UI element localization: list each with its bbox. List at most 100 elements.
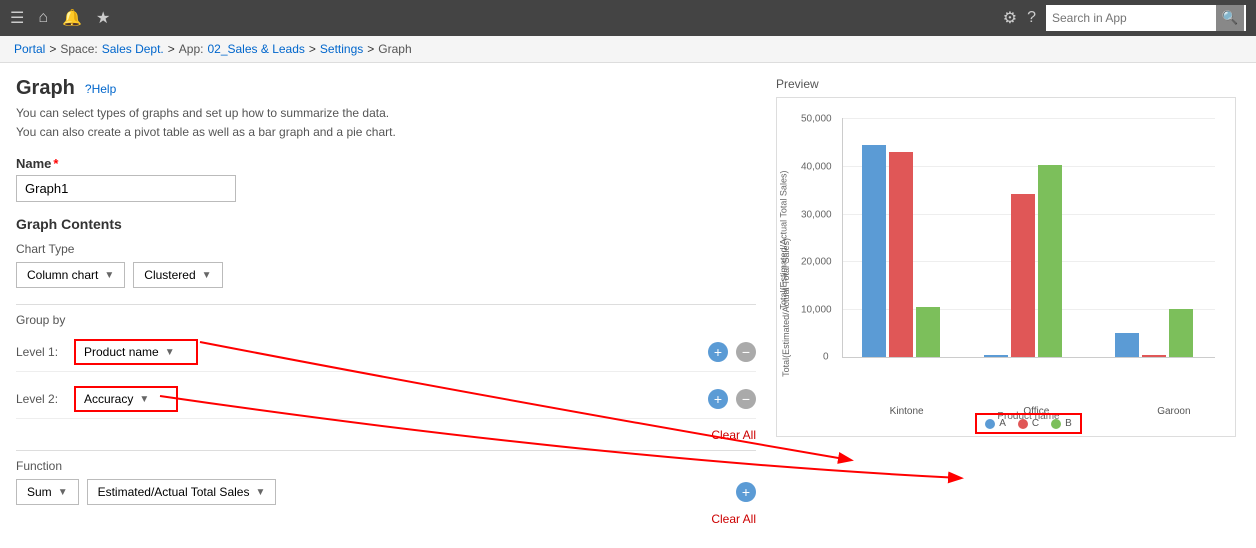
level2-dropdown[interactable]: Accuracy ▼ <box>76 388 176 410</box>
chevron-down-icon-2: ▼ <box>202 270 212 281</box>
search-button[interactable]: 🔍 <box>1216 5 1244 31</box>
legend-item-c: C <box>1018 418 1039 429</box>
name-field: Name* <box>16 156 756 202</box>
nav-icons-right: ⚙ ? 🔍 <box>1003 5 1246 31</box>
breadcrumb-sales-dept[interactable]: Sales Dept. <box>102 42 164 56</box>
level1-dropdown[interactable]: Product name ▼ <box>76 341 196 363</box>
bell-icon[interactable]: 🔔 <box>62 8 82 28</box>
help-link[interactable]: ?Help <box>85 82 116 96</box>
y-axis-title: Total(Estimated/Actual Total Sales) <box>775 98 791 381</box>
legend-dot-c <box>1018 419 1028 429</box>
function-sum-dropdown[interactable]: Sum ▼ <box>16 479 79 505</box>
graph-name-input[interactable] <box>16 175 236 202</box>
chart-area: 50,000 40,000 30,000 20,000 10,000 0 <box>842 118 1215 358</box>
chart-type-row: Column chart ▼ Clustered ▼ <box>16 262 756 288</box>
bar-kintone-green <box>916 307 940 357</box>
nav-icons-left: ☰ ⌂ 🔔 ★ <box>10 8 989 28</box>
bar-office-red <box>1011 194 1035 357</box>
gear-icon[interactable]: ⚙ <box>1003 8 1017 28</box>
bar-group-garoon <box>1115 309 1193 357</box>
name-label: Name* <box>16 156 756 171</box>
star-icon[interactable]: ★ <box>96 8 110 28</box>
graph-contents-section: Graph Contents Chart Type Column chart ▼… <box>16 216 756 526</box>
clustered-dropdown[interactable]: Clustered ▼ <box>133 262 222 288</box>
function-field-dropdown[interactable]: Estimated/Actual Total Sales ▼ <box>87 479 277 505</box>
graph-contents-title: Graph Contents <box>16 216 756 232</box>
legend-item-b: B <box>1051 418 1072 429</box>
left-panel: Graph ?Help You can select types of grap… <box>16 77 756 534</box>
breadcrumb-settings[interactable]: Settings <box>320 42 363 56</box>
required-mark: * <box>53 156 58 171</box>
group-by-label: Group by <box>16 313 756 327</box>
level2-highlight-box: Accuracy ▼ <box>74 386 178 412</box>
search-box[interactable]: 🔍 <box>1046 5 1246 31</box>
legend-dot-a <box>985 419 995 429</box>
right-panel: Preview Total(Estimated/Actual Total Sal… <box>776 77 1236 534</box>
chevron-down-icon-5: ▼ <box>58 487 68 498</box>
level2-row: Level 2: Accuracy ▼ + − <box>16 380 756 419</box>
ytick-50000: 50,000 <box>801 114 832 125</box>
function-label: Function <box>16 459 756 473</box>
page-desc-2: You can also create a pivot table as wel… <box>16 123 756 142</box>
breadcrumb: Portal > Space: Sales Dept. > App: 02_Sa… <box>0 36 1256 63</box>
level1-minus-btn[interactable]: − <box>736 342 756 362</box>
level2-minus-btn[interactable]: − <box>736 389 756 409</box>
breadcrumb-app[interactable]: 02_Sales & Leads <box>207 42 304 56</box>
breadcrumb-space: Space: <box>60 42 97 56</box>
breadcrumb-graph: Graph <box>378 42 411 56</box>
bar-garoon-green <box>1169 309 1193 357</box>
bar-office-green <box>1038 165 1062 357</box>
bar-group-office <box>984 165 1062 357</box>
page-desc-1: You can select types of graphs and set u… <box>16 104 756 123</box>
chart-type-dropdown[interactable]: Column chart ▼ <box>16 262 125 288</box>
clear-all-group-by: Clear All <box>16 427 756 442</box>
section-separator-2 <box>16 450 756 451</box>
gridline-50000: 50,000 <box>843 118 1215 119</box>
chart-type-label: Chart Type <box>16 242 756 256</box>
page-title: Graph <box>16 77 75 100</box>
search-input[interactable] <box>1046 5 1216 31</box>
top-nav: ☰ ⌂ 🔔 ★ ⚙ ? 🔍 <box>0 0 1256 36</box>
ytick-40000: 40,000 <box>801 161 832 172</box>
clear-all-function: Clear All <box>16 511 756 526</box>
level2-label: Level 2: <box>16 392 66 406</box>
legend-dot-b <box>1051 419 1061 429</box>
breadcrumb-app-label: App: <box>179 42 204 56</box>
ytick-10000: 10,000 <box>801 305 832 316</box>
clear-all-link-2[interactable]: Clear All <box>711 512 756 526</box>
level1-label: Level 1: <box>16 345 66 359</box>
preview-label: Preview <box>776 77 1236 91</box>
home-icon[interactable]: ⌂ <box>38 9 48 27</box>
legend-container: A C B <box>832 413 1225 434</box>
hamburger-icon[interactable]: ☰ <box>10 8 24 28</box>
ytick-20000: 20,000 <box>801 257 832 268</box>
level1-plus-btn[interactable]: + <box>708 342 728 362</box>
page-title-row: Graph ?Help <box>16 77 756 100</box>
bar-kintone-blue <box>862 145 886 357</box>
chevron-down-icon: ▼ <box>104 270 114 281</box>
legend-highlight-box: A C B <box>975 413 1082 434</box>
breadcrumb-portal[interactable]: Portal <box>14 42 45 56</box>
main-content: Graph ?Help You can select types of grap… <box>0 63 1256 548</box>
level2-plus-btn[interactable]: + <box>708 389 728 409</box>
bar-group-kintone <box>862 145 940 357</box>
bar-garoon-blue <box>1115 333 1139 357</box>
ytick-0: 0 <box>823 352 829 363</box>
chevron-down-icon-6: ▼ <box>255 487 265 498</box>
legend-item-a: A <box>985 418 1006 429</box>
function-plus-btn[interactable]: + <box>736 482 756 502</box>
help-icon[interactable]: ? <box>1027 9 1036 27</box>
chevron-down-icon-4: ▼ <box>139 394 149 405</box>
chart-container: Total(Estimated/Actual Total Sales) 50,0… <box>776 97 1236 437</box>
section-separator <box>16 304 756 305</box>
level1-row: Level 1: Product name ▼ + − <box>16 333 756 372</box>
clear-all-link-1[interactable]: Clear All <box>711 428 756 442</box>
bar-kintone-red <box>889 152 913 357</box>
y-axis-title-text: Total(Estimated/Actual Total Sales) <box>778 170 788 309</box>
bar-office-blue <box>984 355 1008 357</box>
level1-highlight-box: Product name ▼ <box>74 339 198 365</box>
chevron-down-icon-3: ▼ <box>165 347 175 358</box>
ytick-30000: 30,000 <box>801 209 832 220</box>
bar-garoon-red <box>1142 355 1166 357</box>
function-row: Sum ▼ Estimated/Actual Total Sales ▼ + <box>16 479 756 505</box>
